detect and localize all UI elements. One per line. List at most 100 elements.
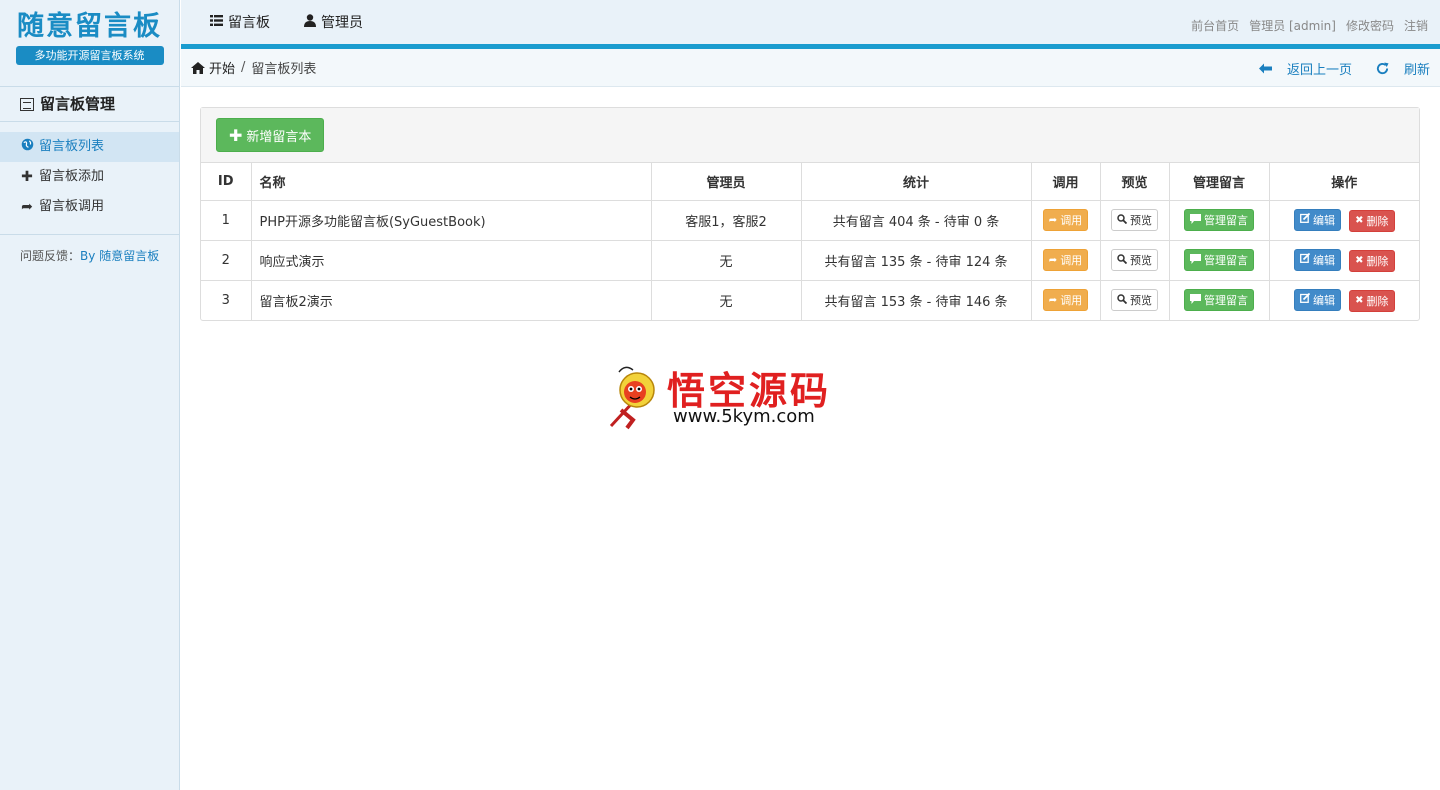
top-nav: 留言板 管理员 [210, 0, 397, 44]
call-label: 调用 [1060, 294, 1083, 308]
cell-manage: 管理留言 [1169, 280, 1270, 320]
feedback-label: 问题反馈： [20, 249, 81, 263]
manage-messages-button[interactable]: 管理留言 [1184, 209, 1254, 231]
guestbook-panel: ✚ 新增留言本 ID 名称 管理员 统计 调用 预览 管理留言 操作 1 PHP… [200, 107, 1420, 321]
close-icon: ✖ [1355, 255, 1364, 266]
manage-messages-button[interactable]: 管理留言 [1184, 289, 1254, 312]
table-row: 2 响应式演示 无 共有留言 135 条 - 待审 124 条 ➦ 调用 预览 管… [201, 240, 1419, 281]
close-icon: ✖ [1355, 295, 1364, 307]
feedback: 问题反馈：By 随意留言板 [0, 234, 179, 264]
cell-stats: 共有留言 404 条 - 待审 0 条 [801, 200, 1032, 241]
cell-name: 响应式演示 [251, 240, 652, 281]
cell-preview: 预览 [1100, 280, 1170, 320]
cell-id: 2 [201, 240, 252, 281]
close-icon: ✖ [1355, 215, 1364, 226]
nav-label: 管理员 [321, 15, 363, 31]
breadcrumb-current: 留言板列表 [251, 62, 317, 77]
edit-label: 编辑 [1312, 293, 1335, 307]
call-button[interactable]: ➦ 调用 [1042, 209, 1089, 231]
sidebar-item-add[interactable]: ✚ 留言板添加 [0, 162, 179, 192]
delete-button[interactable]: ✖ 删除 [1349, 289, 1395, 312]
preview-button[interactable]: 预览 [1111, 289, 1158, 312]
share-icon: ➦ [1048, 294, 1058, 306]
search-icon [1117, 294, 1128, 307]
call-label: 调用 [1060, 254, 1083, 267]
manage-messages-label: 管理留言 [1204, 254, 1248, 267]
cell-manage: 管理留言 [1169, 200, 1270, 241]
cell-actions: 编辑 ✖ 删除 [1269, 240, 1419, 281]
search-icon [1117, 253, 1128, 267]
top-navbar: 留言板 管理员 前台首页 管理员 [admin] 修改密码 注销 [181, 0, 1440, 49]
share-icon: ➦ [1048, 254, 1058, 266]
preview-label: 预览 [1130, 254, 1152, 267]
back-button[interactable]: 返回上一页 [1247, 59, 1352, 78]
logout-link[interactable]: 注销 [1404, 17, 1428, 34]
call-button[interactable]: ➦ 调用 [1042, 289, 1089, 312]
plus-icon: ✚ [229, 125, 243, 145]
call-label: 调用 [1060, 214, 1083, 227]
manage-messages-button[interactable]: 管理留言 [1184, 249, 1254, 271]
cell-stats: 共有留言 153 条 - 待审 146 条 [801, 280, 1032, 320]
watermark: 悟空源码 www.5kym.com [605, 360, 835, 432]
sidebar-item-list[interactable]: 留言板列表 [0, 132, 179, 162]
sidebar-item-label: 留言板调用 [39, 199, 105, 214]
cell-actions: 编辑 ✖ 删除 [1269, 200, 1419, 241]
preview-label: 预览 [1130, 294, 1152, 308]
watermark-url: www.5kym.com [673, 406, 815, 427]
frontend-home-link[interactable]: 前台首页 [1191, 17, 1239, 34]
logo[interactable]: 随意留言板 多功能开源留言板系统 [0, 0, 179, 86]
nav-label: 留言板 [228, 15, 270, 31]
share-icon: ➦ [1048, 214, 1058, 226]
logo-subtitle: 多功能开源留言板系统 [15, 46, 164, 65]
list-icon [210, 14, 223, 30]
table-row: 1 PHP开源多功能留言板(SyGuestBook) 客服1，客服2 共有留言 … [201, 200, 1419, 241]
call-button[interactable]: ➦ 调用 [1042, 249, 1089, 271]
sidebar: 随意留言板 多功能开源留言板系统 留言板管理 留言板列表 ✚ 留言板添加 ➦ 留… [0, 0, 180, 790]
delete-button[interactable]: ✖ 删除 [1349, 209, 1395, 232]
column-header-actions: 操作 [1269, 163, 1419, 201]
add-guestbook-label: 新增留言本 [246, 129, 312, 145]
change-password-link[interactable]: 修改密码 [1346, 17, 1394, 34]
edit-button[interactable]: 编辑 [1293, 248, 1341, 271]
cell-manage: 管理留言 [1169, 240, 1270, 281]
share-icon: ➦ [21, 199, 33, 215]
edit-icon [1300, 293, 1311, 306]
admin-user-link[interactable]: 管理员 [admin] [1249, 17, 1336, 34]
back-label: 返回上一页 [1286, 62, 1352, 78]
feedback-link[interactable]: 随意留言板 [99, 249, 159, 263]
edit-label: 编辑 [1312, 253, 1335, 267]
breadcrumb: 开始 / 留言板列表 返回上一页 刷新 [181, 49, 1440, 87]
comment-icon [1190, 293, 1201, 307]
sidebar-heading: 留言板管理 [0, 86, 179, 122]
add-guestbook-button[interactable]: ✚ 新增留言本 [216, 118, 325, 152]
sidebar-item-call[interactable]: ➦ 留言板调用 [0, 192, 179, 222]
cell-admins: 客服1，客服2 [651, 200, 802, 241]
list-alt-icon [20, 97, 34, 111]
column-header-admins: 管理员 [651, 163, 802, 201]
cell-call: ➦ 调用 [1031, 240, 1101, 281]
edit-button[interactable]: 编辑 [1293, 208, 1341, 231]
manage-messages-label: 管理留言 [1204, 294, 1248, 308]
nav-admin[interactable]: 管理员 [304, 12, 363, 32]
panel-heading: ✚ 新增留言本 [201, 108, 1419, 163]
column-header-call: 调用 [1031, 163, 1101, 201]
top-right-links: 前台首页 管理员 [admin] 修改密码 注销 [1181, 0, 1428, 50]
preview-button[interactable]: 预览 [1111, 249, 1158, 271]
monkey-king-logo [609, 366, 655, 430]
comment-icon [1190, 213, 1201, 227]
cell-id: 3 [201, 280, 252, 320]
refresh-label: 刷新 [1403, 62, 1430, 78]
plus-icon: ✚ [21, 169, 33, 185]
preview-label: 预览 [1130, 214, 1152, 227]
delete-button[interactable]: ✖ 删除 [1349, 249, 1395, 272]
edit-button[interactable]: 编辑 [1293, 288, 1341, 311]
breadcrumb-home[interactable]: 开始 [191, 58, 235, 77]
cell-call: ➦ 调用 [1031, 280, 1101, 320]
preview-button[interactable]: 预览 [1111, 209, 1158, 231]
nav-guestbook[interactable]: 留言板 [210, 12, 270, 32]
logo-title: 随意留言板 [17, 11, 162, 42]
arrow-left-icon [1258, 63, 1272, 74]
comment-icon [1190, 253, 1201, 267]
refresh-button[interactable]: 刷新 [1364, 59, 1430, 78]
cell-name: PHP开源多功能留言板(SyGuestBook) [251, 200, 652, 241]
